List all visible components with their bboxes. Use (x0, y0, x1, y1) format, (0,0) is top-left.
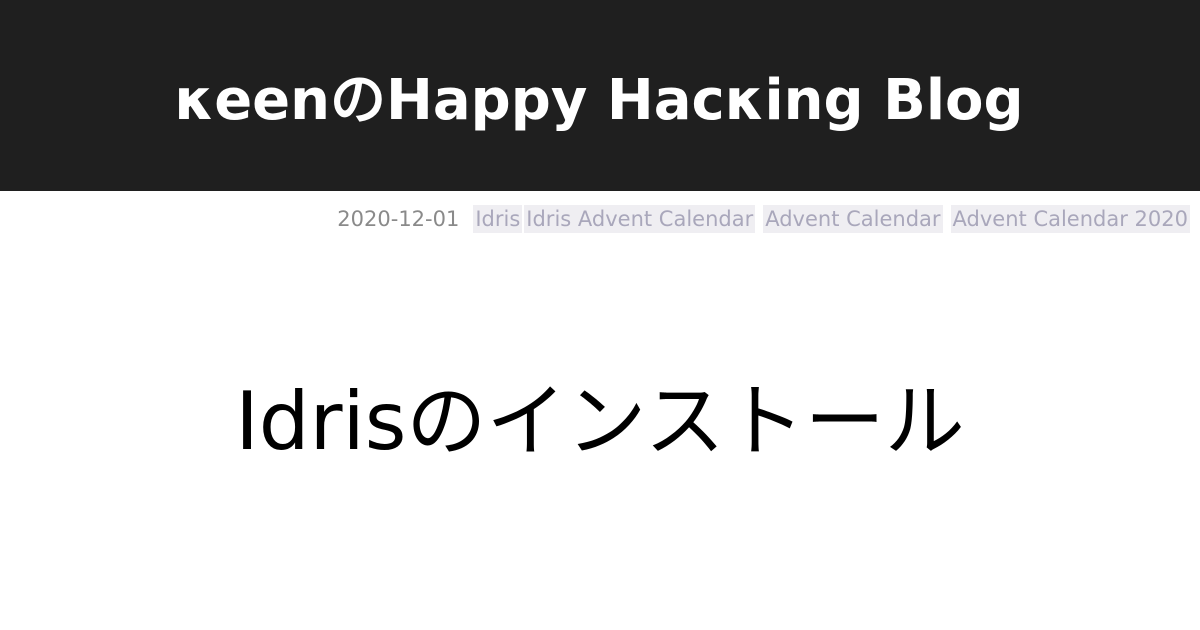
site-header: κeenのHappy Hacκing Blog (0, 0, 1200, 191)
post-meta: 2020-12-01 Idris Idris Advent Calendar A… (337, 205, 1190, 233)
tag-advent-calendar[interactable]: Advent Calendar (763, 205, 943, 233)
tag-advent-calendar-2020[interactable]: Advent Calendar 2020 (950, 205, 1190, 233)
tag-list: Idris Idris Advent Calendar Advent Calen… (473, 205, 1190, 233)
tag-idris-advent-calendar[interactable]: Idris Advent Calendar (524, 205, 756, 233)
tag-idris[interactable]: Idris (473, 205, 523, 233)
post-title: Idrisのインストール (235, 375, 965, 468)
site-title-link[interactable]: κeenのHappy Hacκing Blog (0, 0, 1200, 191)
post-date: 2020-12-01 (337, 207, 460, 231)
